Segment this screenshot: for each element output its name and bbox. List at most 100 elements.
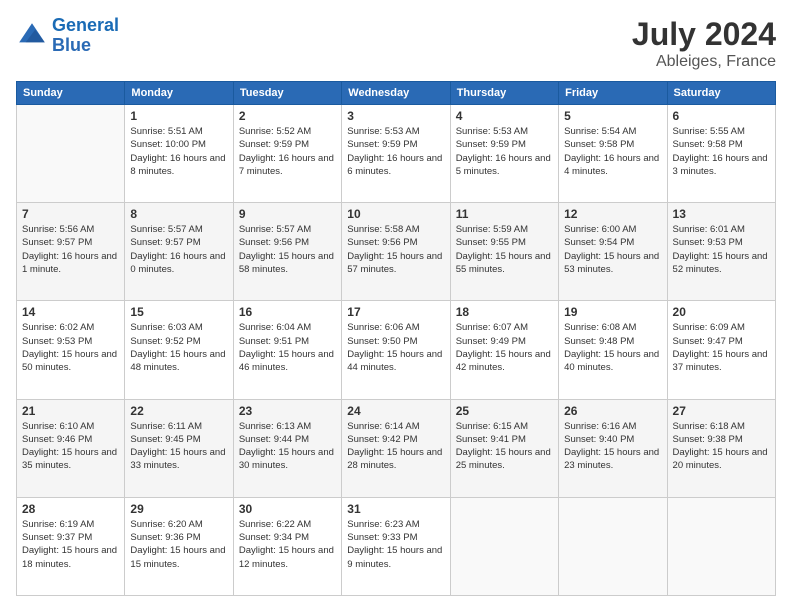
day-number: 17 [347,305,444,319]
day-info: Sunrise: 6:07 AMSunset: 9:49 PMDaylight:… [456,321,553,374]
day-number: 9 [239,207,336,221]
day-info: Sunrise: 6:14 AMSunset: 9:42 PMDaylight:… [347,420,444,473]
day-number: 6 [673,109,770,123]
day-info: Sunrise: 6:16 AMSunset: 9:40 PMDaylight:… [564,420,661,473]
day-info: Sunrise: 6:20 AMSunset: 9:36 PMDaylight:… [130,518,227,571]
day-info: Sunrise: 6:02 AMSunset: 9:53 PMDaylight:… [22,321,119,374]
day-number: 15 [130,305,227,319]
day-info: Sunrise: 5:57 AMSunset: 9:56 PMDaylight:… [239,223,336,276]
table-row: 16 Sunrise: 6:04 AMSunset: 9:51 PMDayligh… [233,301,341,399]
header-friday: Friday [559,82,667,105]
day-info: Sunrise: 5:58 AMSunset: 9:56 PMDaylight:… [347,223,444,276]
day-number: 24 [347,404,444,418]
day-number: 22 [130,404,227,418]
calendar-week-row: 7Sunrise: 5:56 AMSunset: 9:57 PMDaylight… [17,203,776,301]
day-number: 27 [673,404,770,418]
table-row: 22 Sunrise: 6:11 AMSunset: 9:45 PMDayligh… [125,399,233,497]
table-row: 15 Sunrise: 6:03 AMSunset: 9:52 PMDayligh… [125,301,233,399]
day-info: Sunrise: 6:13 AMSunset: 9:44 PMDaylight:… [239,420,336,473]
day-info: Sunrise: 5:59 AMSunset: 9:55 PMDaylight:… [456,223,553,276]
day-number: 7 [22,207,119,221]
day-info: Sunrise: 5:54 AMSunset: 9:58 PMDaylight:… [564,125,661,178]
day-number: 1 [130,109,227,123]
day-number: 11 [456,207,553,221]
day-number: 26 [564,404,661,418]
day-number: 31 [347,502,444,516]
day-info: Sunrise: 6:09 AMSunset: 9:47 PMDaylight:… [673,321,770,374]
day-number: 12 [564,207,661,221]
day-number: 8 [130,207,227,221]
calendar-week-row: 21 Sunrise: 6:10 AMSunset: 9:46 PMDayligh… [17,399,776,497]
day-number: 19 [564,305,661,319]
table-row: 19 Sunrise: 6:08 AMSunset: 9:48 PMDayligh… [559,301,667,399]
day-info: Sunrise: 5:52 AMSunset: 9:59 PMDaylight:… [239,125,336,178]
day-number: 23 [239,404,336,418]
table-row: 24 Sunrise: 6:14 AMSunset: 9:42 PMDayligh… [342,399,450,497]
calendar-week-row: 28Sunrise: 6:19 AMSunset: 9:37 PMDayligh… [17,497,776,595]
header-sunday: Sunday [17,82,125,105]
table-row: 7Sunrise: 5:56 AMSunset: 9:57 PMDaylight… [17,203,125,301]
day-info: Sunrise: 6:22 AMSunset: 9:34 PMDaylight:… [239,518,336,571]
day-number: 20 [673,305,770,319]
day-info: Sunrise: 6:18 AMSunset: 9:38 PMDaylight:… [673,420,770,473]
day-info: Sunrise: 6:23 AMSunset: 9:33 PMDaylight:… [347,518,444,571]
day-info: Sunrise: 6:08 AMSunset: 9:48 PMDaylight:… [564,321,661,374]
header-wednesday: Wednesday [342,82,450,105]
day-info: Sunrise: 6:03 AMSunset: 9:52 PMDaylight:… [130,321,227,374]
table-row: 20 Sunrise: 6:09 AMSunset: 9:47 PMDayligh… [667,301,775,399]
day-number: 3 [347,109,444,123]
table-row: 13 Sunrise: 6:01 AMSunset: 9:53 PMDayligh… [667,203,775,301]
table-row: 11 Sunrise: 5:59 AMSunset: 9:55 PMDayligh… [450,203,558,301]
day-info: Sunrise: 6:06 AMSunset: 9:50 PMDaylight:… [347,321,444,374]
header-tuesday: Tuesday [233,82,341,105]
table-row: 25 Sunrise: 6:15 AMSunset: 9:41 PMDayligh… [450,399,558,497]
table-row: 12 Sunrise: 6:00 AMSunset: 9:54 PMDayligh… [559,203,667,301]
table-row: 27 Sunrise: 6:18 AMSunset: 9:38 PMDayligh… [667,399,775,497]
table-row [667,497,775,595]
table-row: 6Sunrise: 5:55 AMSunset: 9:58 PMDaylight… [667,105,775,203]
table-row: 21 Sunrise: 6:10 AMSunset: 9:46 PMDayligh… [17,399,125,497]
title-block: July 2024 Ableiges, France [632,16,776,71]
day-number: 16 [239,305,336,319]
day-number: 25 [456,404,553,418]
table-row: 30Sunrise: 6:22 AMSunset: 9:34 PMDayligh… [233,497,341,595]
page: General Blue July 2024 Ableiges, France … [0,0,792,612]
day-number: 21 [22,404,119,418]
sub-title: Ableiges, France [632,53,776,71]
day-info: Sunrise: 6:11 AMSunset: 9:45 PMDaylight:… [130,420,227,473]
day-number: 28 [22,502,119,516]
table-row: 4Sunrise: 5:53 AMSunset: 9:59 PMDaylight… [450,105,558,203]
day-info: Sunrise: 5:57 AMSunset: 9:57 PMDaylight:… [130,223,227,276]
day-number: 10 [347,207,444,221]
header: General Blue July 2024 Ableiges, France [16,16,776,71]
table-row: 14Sunrise: 6:02 AMSunset: 9:53 PMDayligh… [17,301,125,399]
table-row: 29 Sunrise: 6:20 AMSunset: 9:36 PMDayligh… [125,497,233,595]
logo-text: General Blue [52,16,119,56]
logo-icon [16,20,48,52]
day-info: Sunrise: 6:01 AMSunset: 9:53 PMDaylight:… [673,223,770,276]
table-row [450,497,558,595]
logo-line1: General [52,15,119,35]
day-number: 13 [673,207,770,221]
day-info: Sunrise: 6:10 AMSunset: 9:46 PMDaylight:… [22,420,119,473]
weekday-header-row: Sunday Monday Tuesday Wednesday Thursday… [17,82,776,105]
day-info: Sunrise: 5:53 AMSunset: 9:59 PMDaylight:… [347,125,444,178]
day-number: 29 [130,502,227,516]
day-number: 5 [564,109,661,123]
table-row: 31 Sunrise: 6:23 AMSunset: 9:33 PMDayligh… [342,497,450,595]
table-row: 8 Sunrise: 5:57 AMSunset: 9:57 PMDaylight… [125,203,233,301]
day-info: Sunrise: 5:51 AMSunset: 10:00 PMDaylight… [130,125,227,178]
table-row: 3 Sunrise: 5:53 AMSunset: 9:59 PMDaylight… [342,105,450,203]
logo: General Blue [16,16,119,56]
table-row [559,497,667,595]
table-row: 1 Sunrise: 5:51 AMSunset: 10:00 PMDayligh… [125,105,233,203]
table-row: 17 Sunrise: 6:06 AMSunset: 9:50 PMDayligh… [342,301,450,399]
logo-line2: Blue [52,36,119,56]
header-monday: Monday [125,82,233,105]
day-info: Sunrise: 5:53 AMSunset: 9:59 PMDaylight:… [456,125,553,178]
day-info: Sunrise: 6:15 AMSunset: 9:41 PMDaylight:… [456,420,553,473]
calendar-week-row: 14Sunrise: 6:02 AMSunset: 9:53 PMDayligh… [17,301,776,399]
day-info: Sunrise: 6:04 AMSunset: 9:51 PMDaylight:… [239,321,336,374]
day-info: Sunrise: 6:00 AMSunset: 9:54 PMDaylight:… [564,223,661,276]
header-thursday: Thursday [450,82,558,105]
